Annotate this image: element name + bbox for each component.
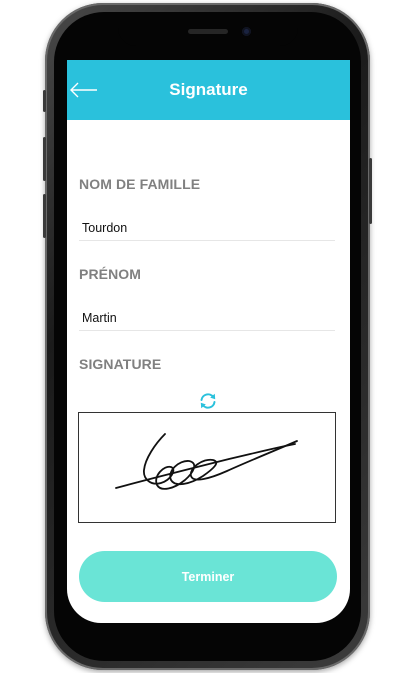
side-button-mute	[43, 90, 46, 112]
signature-label: SIGNATURE	[79, 356, 162, 372]
refresh-icon[interactable]	[198, 391, 218, 411]
signature-pad[interactable]	[78, 412, 336, 523]
side-button-volume-up	[43, 137, 46, 181]
side-button-volume-down	[43, 194, 46, 238]
firstname-field[interactable]	[79, 305, 335, 331]
firstname-label: PRÉNOM	[79, 266, 142, 282]
front-camera	[242, 27, 251, 36]
app-header: Signature	[67, 60, 350, 120]
lastname-field[interactable]	[79, 215, 335, 241]
app-screen: Signature NOM DE FAMILLE PRÉNOM SIGNATUR…	[67, 60, 350, 623]
side-button-power	[369, 158, 372, 224]
signature-drawing	[115, 433, 298, 490]
phone-notch	[118, 20, 298, 46]
speaker-grille	[188, 29, 228, 34]
finish-button[interactable]: Terminer	[79, 551, 337, 602]
lastname-label: NOM DE FAMILLE	[79, 176, 201, 192]
page-title: Signature	[169, 80, 248, 99]
arrow-left-icon[interactable]	[69, 79, 99, 101]
